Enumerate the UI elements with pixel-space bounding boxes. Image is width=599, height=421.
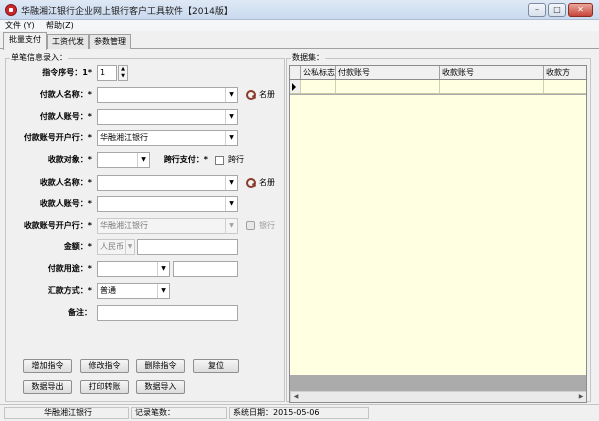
payee-name-select[interactable]: ▼	[97, 175, 238, 191]
currency-select: 人民币 ▼	[97, 239, 135, 255]
chevron-down-icon[interactable]: ▼	[225, 88, 237, 102]
minimize-button[interactable]: –	[528, 3, 546, 17]
print-transfer-button[interactable]: 打印转账	[80, 380, 129, 394]
chevron-down-icon[interactable]: ▼	[225, 176, 237, 190]
chevron-down-icon: ▼	[225, 219, 237, 233]
payer-bank-value: 华融湘江银行	[100, 133, 148, 142]
modify-instruction-button[interactable]: 修改指令	[80, 359, 129, 373]
tab-settings[interactable]: 参数管理	[89, 34, 131, 49]
dataset-legend: 数据集：	[291, 53, 325, 63]
column-header-private-flag[interactable]: 公私标志	[301, 66, 336, 79]
payer-account-label: 付款人账号：*	[39, 112, 92, 121]
scroll-right-icon[interactable]: ▶	[576, 392, 586, 402]
payer-name-select[interactable]: ▼	[97, 87, 238, 103]
payee-bank-label: 收款账号开户行：*	[23, 221, 92, 230]
status-record-count: 记录笔数：	[131, 407, 227, 419]
remit-method-value: 普通	[100, 286, 116, 295]
payee-name-label: 收款人名称：*	[39, 178, 92, 187]
menu-help[interactable]: 帮助(Z)	[46, 20, 74, 31]
status-system-date: 系统日期：2015-05-06	[229, 407, 369, 419]
amount-label: 金额：*	[63, 242, 92, 251]
payee-account-select[interactable]: ▼	[97, 196, 238, 212]
purpose-input[interactable]	[173, 261, 238, 277]
chevron-down-icon[interactable]: ▼	[225, 110, 237, 124]
table-cell[interactable]	[544, 80, 586, 93]
payer-bank-select[interactable]: 华融湘江银行 ▼	[97, 130, 238, 146]
scroll-left-icon[interactable]: ◀	[291, 392, 301, 402]
payee-bank-select: 华融湘江银行 ▼	[97, 218, 238, 234]
menu-file[interactable]: 文件 (Y)	[5, 20, 35, 31]
payer-directory-link[interactable]: 名册	[259, 90, 275, 100]
tab-batch-payment[interactable]: 批量支付	[3, 32, 47, 50]
import-data-button[interactable]: 数据导入	[136, 380, 185, 394]
table-cell[interactable]	[336, 80, 440, 93]
chevron-down-icon[interactable]: ▼	[137, 153, 149, 167]
chevron-down-icon[interactable]: ▼	[225, 197, 237, 211]
chevron-down-icon[interactable]: ▼	[157, 262, 169, 276]
seq-stepper[interactable]: ▲ ▼	[118, 65, 128, 81]
search-icon[interactable]	[246, 90, 256, 100]
payee-account-label: 收款人账号：*	[39, 199, 92, 208]
status-bank: 华融湘江银行	[4, 407, 129, 419]
seq-label: 指令序号：1*	[42, 68, 92, 77]
remit-method-select[interactable]: 普通 ▼	[97, 283, 170, 299]
horizontal-scrollbar[interactable]: ◀ ▶	[290, 391, 586, 402]
maximize-button[interactable]: □	[548, 3, 566, 17]
amount-input[interactable]	[137, 239, 238, 255]
payer-name-label: 付款人名称：*	[39, 90, 92, 99]
grid-empty-area	[290, 95, 586, 375]
single-entry-legend: 单笔信息录入：	[10, 53, 68, 63]
bank-lookup-link: 银行	[259, 221, 275, 230]
grid-corner-cell	[290, 66, 301, 79]
reset-button[interactable]: 复位	[193, 359, 239, 373]
search-icon[interactable]	[246, 178, 256, 188]
payee-directory-link[interactable]: 名册	[259, 178, 275, 188]
payee-bank-value: 华融湘江银行	[100, 221, 148, 230]
stepper-up-icon[interactable]: ▲	[119, 66, 127, 73]
payer-account-select[interactable]: ▼	[97, 109, 238, 125]
tab-salary[interactable]: 工资代发	[47, 34, 89, 49]
add-instruction-button[interactable]: 增加指令	[23, 359, 72, 373]
remark-label: 备注：	[68, 308, 92, 317]
table-cell[interactable]	[301, 80, 336, 93]
grid-header: 公私标志 付款账号 收款账号 收款方	[290, 66, 586, 80]
cross-bank-checkbox-label: 跨行	[228, 155, 244, 164]
row-pointer-icon	[292, 83, 296, 91]
currency-value: 人民币	[100, 242, 124, 251]
seq-input[interactable]: 1	[97, 65, 117, 81]
purpose-select[interactable]: ▼	[97, 261, 170, 277]
purpose-label: 付款用途：*	[47, 264, 92, 273]
table-cell[interactable]	[440, 80, 544, 93]
status-bar: 华融湘江银行 记录笔数： 系统日期：2015-05-06	[0, 404, 599, 421]
table-row[interactable]	[290, 80, 586, 94]
cross-bank-label: 跨行支付：*	[163, 155, 208, 164]
column-header-payer-account[interactable]: 付款账号	[336, 66, 440, 79]
export-data-button[interactable]: 数据导出	[23, 380, 72, 394]
column-header-payee-account[interactable]: 收款账号	[440, 66, 544, 79]
remit-method-label: 汇款方式：*	[47, 286, 92, 295]
cross-bank-checkbox[interactable]	[215, 156, 224, 165]
tab-bar: 批量支付 工资代发 参数管理	[0, 31, 599, 50]
chevron-down-icon[interactable]: ▼	[157, 284, 169, 298]
bank-icon	[246, 221, 255, 230]
chevron-down-icon[interactable]: ▼	[225, 131, 237, 145]
title-bar: 华融湘江银行企业网上银行客户工具软件【2014版】 – □ ✕	[0, 0, 599, 20]
column-header-payee[interactable]: 收款方	[544, 66, 586, 79]
payee-type-select[interactable]: ▼	[97, 152, 150, 168]
app-logo-icon	[5, 4, 17, 16]
menu-bar: 文件 (Y) 帮助(Z)	[0, 20, 599, 31]
stepper-down-icon[interactable]: ▼	[119, 73, 127, 80]
delete-instruction-button[interactable]: 删除指令	[136, 359, 185, 373]
window-title: 华融湘江银行企业网上银行客户工具软件【2014版】	[21, 7, 233, 17]
payee-type-label: 收款对象：*	[47, 155, 92, 164]
close-button[interactable]: ✕	[568, 3, 593, 17]
payer-bank-label: 付款账号开户行：*	[23, 133, 92, 142]
chevron-down-icon: ▼	[125, 240, 134, 254]
row-header-cell	[290, 80, 301, 93]
dataset-grid[interactable]: 公私标志 付款账号 收款账号 收款方 ◀ ▶	[289, 65, 587, 403]
remark-input[interactable]	[97, 305, 238, 321]
